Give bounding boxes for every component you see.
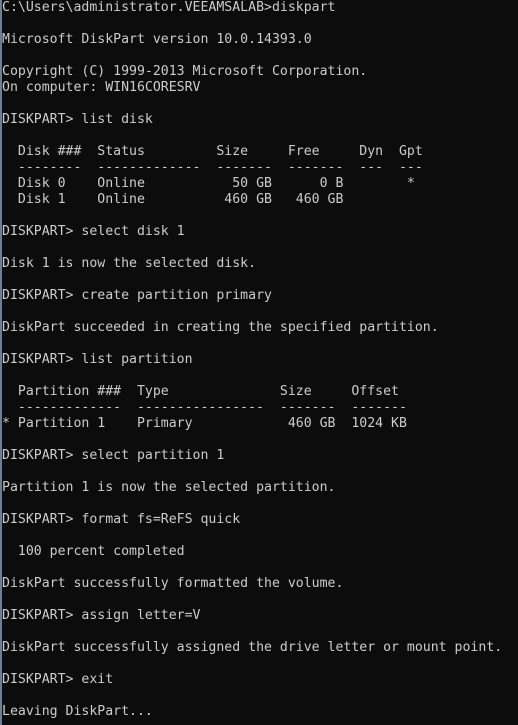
console-line: DISKPART> list partition <box>2 352 193 367</box>
console-line: 100 percent completed <box>2 544 185 559</box>
console-line: DiskPart succeeded in creating the speci… <box>2 320 439 335</box>
console-line: * Partition 1 Primary 460 GB 1024 KB <box>2 416 407 431</box>
console-line: DISKPART> assign letter=V <box>2 608 201 623</box>
console-line: Leaving DiskPart... <box>2 704 153 719</box>
console-line: C:\Users\administrator.VEEAMSALAB>diskpa… <box>2 0 336 15</box>
console-line: Disk 1 Online 460 GB 460 GB <box>2 192 344 207</box>
console-line: DISKPART> format fs=ReFS quick <box>2 512 241 527</box>
console-line: DISKPART> exit <box>2 672 114 687</box>
console-line: DISKPART> list disk <box>2 112 153 127</box>
console-line: -------- ------------- ------- ------- -… <box>2 160 423 175</box>
console-line: DiskPart successfully formatted the volu… <box>2 576 344 591</box>
console-line: ------------- ---------------- ------- -… <box>2 400 407 415</box>
console-line: Disk 0 Online 50 GB 0 B * <box>2 176 415 191</box>
console-window[interactable]: C:\Users\administrator.VEEAMSALAB>diskpa… <box>0 0 518 725</box>
console-line: Partition 1 is now the selected partitio… <box>2 480 336 495</box>
console-line: Microsoft DiskPart version 10.0.14393.0 <box>2 32 312 47</box>
console-line: DISKPART> select disk 1 <box>2 224 185 239</box>
console-line: Partition ### Type Size Offset <box>2 384 399 399</box>
console-line: Disk 1 is now the selected disk. <box>2 256 257 271</box>
console-line: On computer: WIN16CORESRV <box>2 80 201 95</box>
console-line: Disk ### Status Size Free Dyn Gpt <box>2 144 423 159</box>
console-line: DISKPART> select partition 1 <box>2 448 225 463</box>
console-line: DISKPART> create partition primary <box>2 288 272 303</box>
console-line: DiskPart successfully assigned the drive… <box>2 640 503 655</box>
console-line: Copyright (C) 1999-2013 Microsoft Corpor… <box>2 64 368 79</box>
